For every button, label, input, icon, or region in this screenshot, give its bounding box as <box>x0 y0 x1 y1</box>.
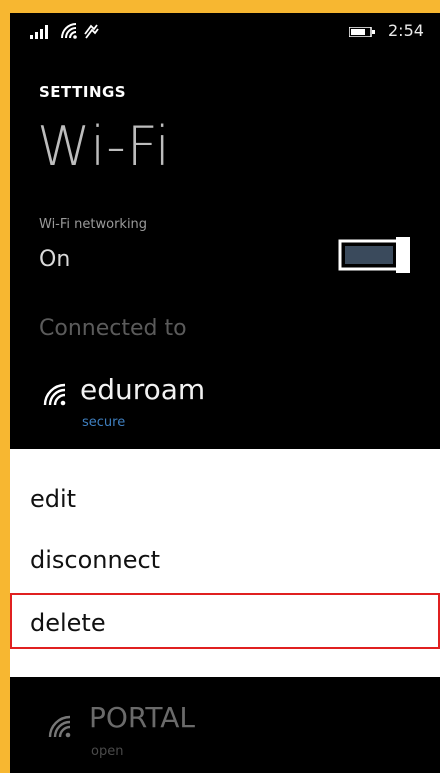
wifi-toggle[interactable] <box>338 237 410 273</box>
wifi-state-text: On <box>39 247 71 272</box>
menu-item-edit[interactable]: edit <box>10 471 440 527</box>
connected-network-name[interactable]: eduroam <box>80 373 205 406</box>
section-label: SETTINGS <box>39 83 127 101</box>
vibrate-icon <box>84 24 99 39</box>
connected-to-label: Connected to <box>39 316 187 341</box>
status-bar: 2:54 <box>10 13 440 49</box>
status-time: 2:54 <box>388 21 424 40</box>
battery-icon <box>349 27 375 37</box>
menu-item-disconnect[interactable]: disconnect <box>10 532 440 588</box>
context-menu: edit disconnect delete <box>10 449 440 677</box>
network-name-portal[interactable]: PORTAL <box>89 701 195 734</box>
connected-network-status: secure <box>82 415 126 430</box>
wifi-icon <box>61 23 77 39</box>
signal-icon <box>30 25 48 39</box>
menu-item-delete[interactable]: delete <box>10 593 440 649</box>
wifi-network-icon <box>43 383 66 406</box>
wifi-networking-label: Wi-Fi networking <box>39 217 148 232</box>
phone-screen: 2:54 SETTINGS Wi-Fi Wi-Fi networking On … <box>10 13 440 773</box>
page-title: Wi-Fi <box>37 115 171 178</box>
wifi-network-icon <box>48 715 71 738</box>
network-status-portal: open <box>91 744 124 759</box>
